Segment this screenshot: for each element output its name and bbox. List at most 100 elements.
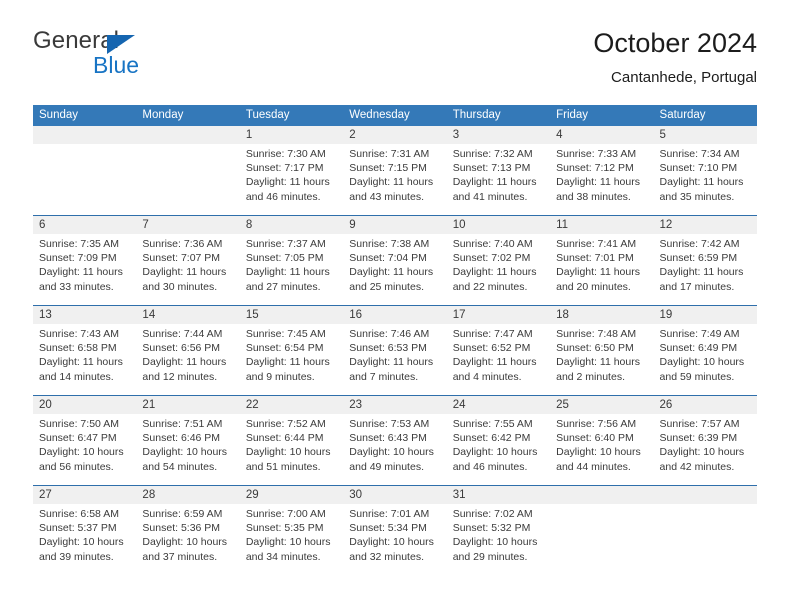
day-number-3[interactable]: 3 bbox=[447, 126, 550, 144]
day-number-19[interactable]: 19 bbox=[654, 306, 757, 324]
day-cell-4[interactable]: Sunrise: 7:33 AM Sunset: 7:12 PM Daylight:… bbox=[550, 144, 653, 215]
day-cell-28[interactable]: Sunrise: 6:59 AM Sunset: 5:36 PM Daylight:… bbox=[136, 504, 239, 575]
day-number-7[interactable]: 7 bbox=[136, 216, 239, 234]
sunset-text: Sunset: 6:42 PM bbox=[452, 432, 531, 445]
sunset-text: Sunset: 6:58 PM bbox=[39, 342, 117, 355]
day-number-21[interactable]: 21 bbox=[136, 396, 239, 414]
daylight-text-cont: and 42 minutes. bbox=[659, 460, 735, 473]
day-number-27[interactable]: 27 bbox=[33, 486, 136, 504]
day-number-13[interactable]: 13 bbox=[33, 306, 136, 324]
day-number-20[interactable]: 20 bbox=[33, 396, 136, 414]
daylight-text: Daylight: 10 hours bbox=[39, 446, 124, 459]
day-number-29[interactable]: 29 bbox=[240, 486, 343, 504]
day-cell-13[interactable]: Sunrise: 7:43 AM Sunset: 6:58 PM Daylight:… bbox=[33, 324, 136, 395]
daylight-text-cont: and 7 minutes. bbox=[349, 370, 419, 383]
sunrise-text: Sunrise: 7:01 AM bbox=[349, 508, 430, 520]
day-cell-19[interactable]: Sunrise: 7:49 AM Sunset: 6:49 PM Daylight:… bbox=[654, 324, 757, 395]
day-cell-18[interactable]: Sunrise: 7:48 AM Sunset: 6:50 PM Daylight:… bbox=[550, 324, 653, 395]
day-cell-9[interactable]: Sunrise: 7:38 AM Sunset: 7:04 PM Daylight:… bbox=[343, 234, 446, 305]
day-number-16[interactable]: 16 bbox=[343, 306, 446, 324]
day-number-23[interactable]: 23 bbox=[343, 396, 446, 414]
day-cell-29[interactable]: Sunrise: 7:00 AM Sunset: 5:35 PM Daylight:… bbox=[240, 504, 343, 575]
day-cell-empty bbox=[33, 144, 136, 215]
day-cell-23[interactable]: Sunrise: 7:53 AM Sunset: 6:43 PM Daylight:… bbox=[343, 414, 446, 485]
sunrise-text: Sunrise: 7:50 AM bbox=[39, 418, 119, 430]
day-number-12[interactable]: 12 bbox=[654, 216, 757, 234]
day-cell-14[interactable]: Sunrise: 7:44 AM Sunset: 6:56 PM Daylight:… bbox=[136, 324, 239, 395]
day-cell-25[interactable]: Sunrise: 7:56 AM Sunset: 6:40 PM Daylight:… bbox=[550, 414, 653, 485]
daylight-text-cont: and 29 minutes. bbox=[452, 550, 528, 563]
day-number-8[interactable]: 8 bbox=[240, 216, 343, 234]
day-number-1[interactable]: 1 bbox=[240, 126, 343, 144]
day-number-28[interactable]: 28 bbox=[136, 486, 239, 504]
sunrise-text: Sunrise: 7:35 AM bbox=[39, 238, 119, 250]
day-number-9[interactable]: 9 bbox=[343, 216, 446, 234]
day-cell-20[interactable]: Sunrise: 7:50 AM Sunset: 6:47 PM Daylight:… bbox=[33, 414, 136, 485]
day-cell-8[interactable]: Sunrise: 7:37 AM Sunset: 7:05 PM Daylight:… bbox=[240, 234, 343, 305]
day-cell-7[interactable]: Sunrise: 7:36 AM Sunset: 7:07 PM Daylight:… bbox=[136, 234, 239, 305]
day-cell-31[interactable]: Sunrise: 7:02 AM Sunset: 5:32 PM Daylight:… bbox=[447, 504, 550, 575]
weekday-header-thursday: Thursday bbox=[452, 109, 501, 121]
day-number-25[interactable]: 25 bbox=[550, 396, 653, 414]
daylight-text: Daylight: 11 hours bbox=[349, 176, 434, 189]
daylight-text: Daylight: 10 hours bbox=[659, 446, 745, 459]
day-number-15[interactable]: 15 bbox=[240, 306, 343, 324]
sunrise-text: Sunrise: 7:00 AM bbox=[245, 508, 326, 520]
day-number-2[interactable]: 2 bbox=[343, 126, 446, 144]
day-cell-30[interactable]: Sunrise: 7:01 AM Sunset: 5:34 PM Daylight:… bbox=[343, 504, 446, 575]
day-number-5[interactable]: 5 bbox=[654, 126, 757, 144]
day-cell-11[interactable]: Sunrise: 7:41 AM Sunset: 7:01 PM Daylight:… bbox=[550, 234, 653, 305]
day-number-10[interactable]: 10 bbox=[447, 216, 550, 234]
day-cell-6[interactable]: Sunrise: 7:35 AM Sunset: 7:09 PM Daylight:… bbox=[33, 234, 136, 305]
title-block: October 2024 Cantanhede, Portugal bbox=[593, 26, 757, 89]
day-number-11[interactable]: 11 bbox=[550, 216, 653, 234]
day-cell-12[interactable]: Sunrise: 7:42 AM Sunset: 6:59 PM Daylight:… bbox=[654, 234, 757, 305]
day-number-empty bbox=[33, 126, 136, 144]
day-cell-1[interactable]: Sunrise: 7:30 AM Sunset: 7:17 PM Daylight:… bbox=[240, 144, 343, 215]
day-cell-3[interactable]: Sunrise: 7:32 AM Sunset: 7:13 PM Daylight:… bbox=[447, 144, 550, 215]
day-cell-empty bbox=[654, 504, 757, 575]
daylight-text: Daylight: 11 hours bbox=[659, 266, 744, 279]
sunset-text: Sunset: 7:13 PM bbox=[452, 162, 531, 175]
logo-text-blue: Blue bbox=[93, 52, 140, 78]
weekday-header-monday: Monday bbox=[142, 109, 184, 121]
day-number-4[interactable]: 4 bbox=[550, 126, 653, 144]
sunrise-text: Sunrise: 6:58 AM bbox=[39, 508, 119, 520]
day-cell-26[interactable]: Sunrise: 7:57 AM Sunset: 6:39 PM Daylight:… bbox=[654, 414, 757, 485]
daylight-text-cont: and 17 minutes. bbox=[659, 280, 735, 293]
general-blue-logo[interactable]: General Blue bbox=[33, 28, 253, 90]
sunset-text: Sunset: 5:37 PM bbox=[39, 522, 117, 535]
sunrise-text: Sunrise: 7:55 AM bbox=[452, 418, 533, 430]
day-cell-22[interactable]: Sunrise: 7:52 AM Sunset: 6:44 PM Daylight:… bbox=[240, 414, 343, 485]
day-number-17[interactable]: 17 bbox=[447, 306, 550, 324]
sunrise-text: Sunrise: 7:56 AM bbox=[556, 418, 637, 430]
day-cell-16[interactable]: Sunrise: 7:46 AM Sunset: 6:53 PM Daylight:… bbox=[343, 324, 446, 395]
day-cell-10[interactable]: Sunrise: 7:40 AM Sunset: 7:02 PM Daylight:… bbox=[447, 234, 550, 305]
day-number-18[interactable]: 18 bbox=[550, 306, 653, 324]
sunset-text: Sunset: 7:12 PM bbox=[556, 162, 634, 175]
calendar-page: General Blue October 2024 Cantanhede, Po… bbox=[0, 0, 792, 612]
daylight-text: Daylight: 11 hours bbox=[245, 356, 330, 369]
sunrise-text: Sunrise: 7:36 AM bbox=[142, 238, 223, 250]
sunrise-text: Sunrise: 7:51 AM bbox=[142, 418, 223, 430]
day-number-22[interactable]: 22 bbox=[240, 396, 343, 414]
week-date-band: 20 21 22 23 24 25 26 bbox=[33, 396, 757, 414]
day-number-6[interactable]: 6 bbox=[33, 216, 136, 234]
day-number-26[interactable]: 26 bbox=[654, 396, 757, 414]
sunrise-text: Sunrise: 7:34 AM bbox=[659, 148, 740, 160]
day-cell-15[interactable]: Sunrise: 7:45 AM Sunset: 6:54 PM Daylight:… bbox=[240, 324, 343, 395]
weekday-header-sunday: Sunday bbox=[39, 109, 79, 121]
day-cell-24[interactable]: Sunrise: 7:55 AM Sunset: 6:42 PM Daylight:… bbox=[447, 414, 550, 485]
day-cell-2[interactable]: Sunrise: 7:31 AM Sunset: 7:15 PM Daylight:… bbox=[343, 144, 446, 215]
day-number-31[interactable]: 31 bbox=[447, 486, 550, 504]
day-number-30[interactable]: 30 bbox=[343, 486, 446, 504]
day-number-24[interactable]: 24 bbox=[447, 396, 550, 414]
day-number-14[interactable]: 14 bbox=[136, 306, 239, 324]
day-cell-21[interactable]: Sunrise: 7:51 AM Sunset: 6:46 PM Daylight:… bbox=[136, 414, 239, 485]
day-cell-5[interactable]: Sunrise: 7:34 AM Sunset: 7:10 PM Daylight:… bbox=[654, 144, 757, 215]
daylight-text: Daylight: 11 hours bbox=[659, 176, 744, 189]
sunrise-text: Sunrise: 7:47 AM bbox=[452, 328, 533, 340]
day-cell-17[interactable]: Sunrise: 7:47 AM Sunset: 6:52 PM Daylight:… bbox=[447, 324, 550, 395]
weekday-header-row: Sunday Monday Tuesday Wednesday Thursday Frid… bbox=[33, 105, 757, 126]
day-cell-27[interactable]: Sunrise: 6:58 AM Sunset: 5:37 PM Daylight:… bbox=[33, 504, 136, 575]
